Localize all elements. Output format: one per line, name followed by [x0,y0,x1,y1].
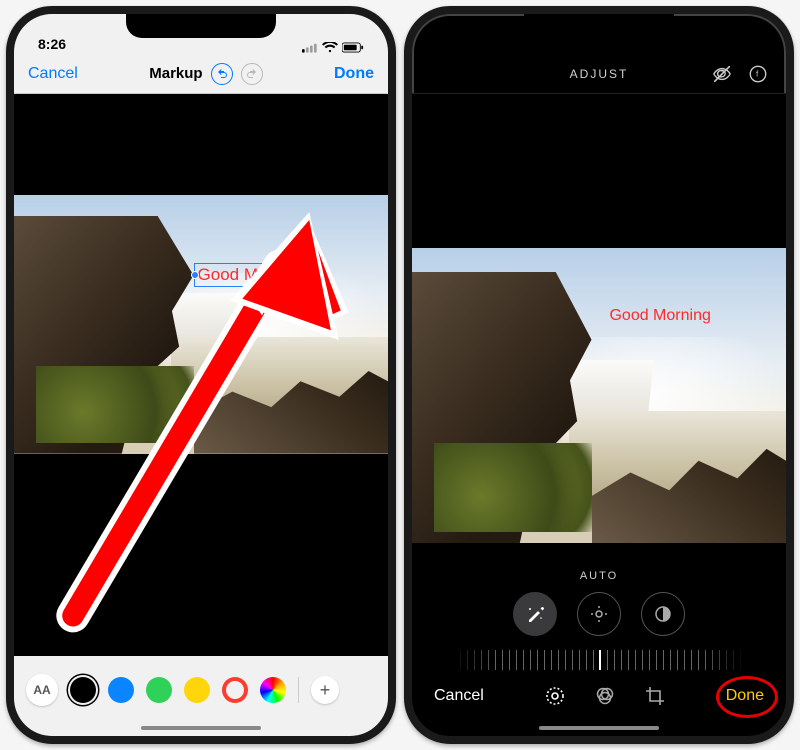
markup-nav-bar: Cancel Markup Done [14,54,388,94]
color-swatch-blue[interactable] [108,677,134,703]
device-notch [524,14,674,38]
overlay-text: Good Morning [606,306,713,326]
done-button[interactable]: Done [726,687,764,705]
adjust-controls: AUTO [412,564,786,670]
add-tool-button[interactable]: + [311,676,339,704]
device-notch [126,14,276,38]
crop-tab-icon[interactable] [644,685,666,707]
color-swatch-green[interactable] [146,677,172,703]
palette-separator [298,677,299,703]
adjust-title: ADJUST [570,67,629,81]
photo-preview [14,195,388,454]
phone-markup: 8:26 Cancel Markup Done [6,6,396,744]
done-button[interactable]: Done [334,65,374,83]
redo-button[interactable] [241,63,263,85]
color-swatch-red[interactable] [222,677,248,703]
phone-adjust: ADJUST f Good Morning AUTO [404,6,794,744]
adjust-tab-icon[interactable] [544,685,566,707]
color-palette-bar: AA + [14,656,388,736]
adjust-canvas[interactable]: Good Morning AUTO [412,94,786,736]
photo-preview [412,248,786,543]
brilliance-button[interactable] [641,592,685,636]
text-style-button[interactable]: AA [26,674,58,706]
markup-canvas[interactable]: Good Morning [14,94,388,656]
auto-enhance-button[interactable] [513,592,557,636]
color-swatch-black[interactable] [70,677,96,703]
filters-tab-icon[interactable] [594,685,616,707]
color-swatch-yellow[interactable] [184,677,210,703]
battery-icon [342,40,364,52]
visibility-off-icon[interactable] [712,64,732,84]
status-time: 8:26 [38,36,66,52]
adjust-top-bar: ADJUST f [412,54,786,94]
cancel-button[interactable]: Cancel [434,687,484,705]
adjust-slider[interactable] [453,650,745,670]
exposure-button[interactable] [577,592,621,636]
aspect-icon[interactable]: f [748,64,768,84]
undo-button[interactable] [211,63,233,85]
markup-title: Markup [149,65,202,82]
home-indicator[interactable] [539,726,659,730]
svg-text:f: f [756,69,760,78]
color-picker-button[interactable] [260,677,286,703]
cancel-button[interactable]: Cancel [28,65,78,83]
home-indicator[interactable] [141,726,261,730]
wifi-icon [322,40,338,52]
markup-text-box[interactable]: Good Morning [194,263,310,287]
auto-label: AUTO [580,570,618,582]
cellular-icon [302,40,318,52]
